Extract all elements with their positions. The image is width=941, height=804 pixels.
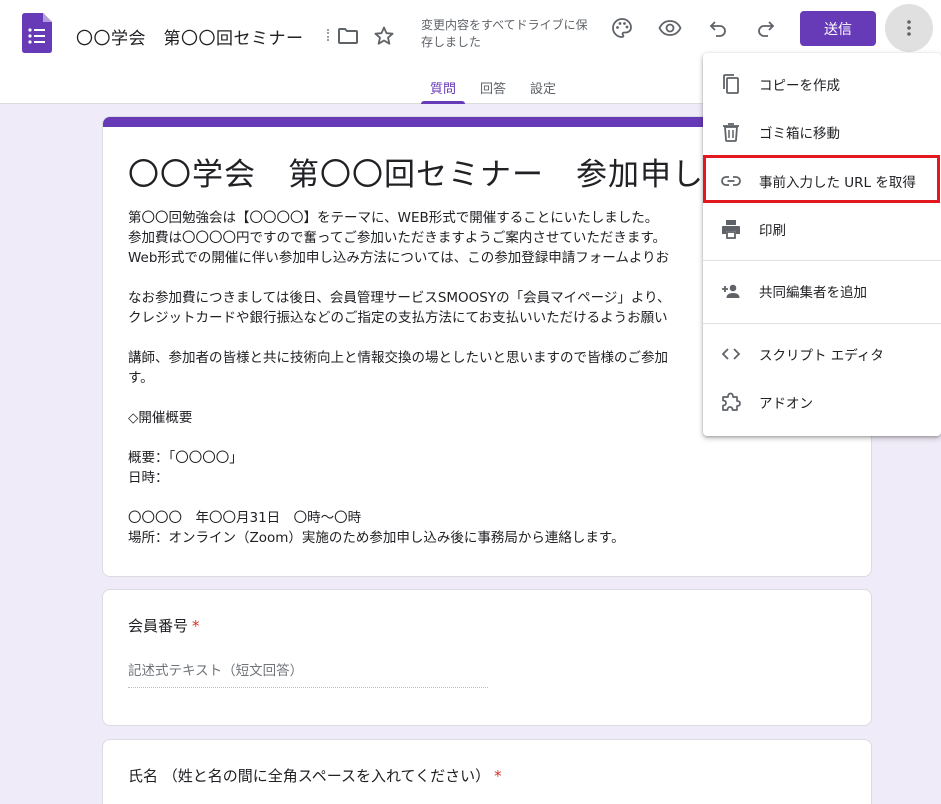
menu-item-add-ons[interactable]: アドオン	[703, 378, 941, 426]
menu-item-label: 印刷	[759, 223, 786, 239]
send-button[interactable]: 送信	[800, 11, 876, 46]
preview-eye-icon[interactable]	[658, 16, 682, 40]
question-title-text: 氏名 （姓と名の間に全角スペースを入れてください）	[128, 767, 491, 785]
star-icon[interactable]	[372, 24, 396, 48]
red-highlight-annotation	[703, 155, 940, 203]
menu-item-label: 共同編集者を追加	[759, 285, 867, 301]
tab-questions[interactable]: 質問	[418, 72, 468, 104]
menu-item-label: スクリプト エディタ	[759, 348, 884, 364]
menu-item-script-editor[interactable]: スクリプト エディタ	[703, 330, 941, 378]
code-icon	[719, 342, 743, 366]
puzzle-icon	[719, 390, 743, 414]
editor-tabs: 質問 回答 設定	[418, 72, 568, 104]
question-card-name[interactable]: 氏名 （姓と名の間に全角スペースを入れてください） *	[102, 739, 872, 804]
question-title-text: 会員番号	[128, 617, 189, 635]
form-title[interactable]: 〇〇学会 第〇〇回セミナー 参加申し	[128, 149, 704, 194]
question-title: 会員番号 *	[128, 615, 200, 636]
tab-settings[interactable]: 設定	[518, 72, 568, 104]
more-vert-icon	[907, 20, 911, 36]
menu-item-move-to-trash[interactable]: ゴミ箱に移動	[703, 108, 941, 156]
question-card-member-number[interactable]: 会員番号 * 記述式テキスト（短文回答）	[102, 589, 872, 726]
print-icon	[719, 217, 743, 241]
save-status: 変更内容をすべてドライブに保存しました	[421, 18, 588, 49]
forms-logo-icon[interactable]	[22, 13, 52, 53]
add-person-icon	[719, 279, 743, 303]
trash-icon	[719, 120, 743, 144]
menu-item-add-collaborators[interactable]: 共同編集者を追加	[703, 267, 941, 315]
form-description[interactable]: 第〇〇回勉強会は【〇〇〇〇】をテーマに、WEB形式で開催することにいたしました。…	[128, 208, 671, 548]
more-options-button[interactable]	[885, 4, 933, 52]
menu-divider	[703, 260, 941, 261]
required-mark: *	[494, 767, 502, 785]
more-options-menu: コピーを作成 ゴミ箱に移動 事前入力した URL を取得 印刷 共同編集者を追加…	[703, 53, 941, 436]
menu-item-label: ゴミ箱に移動	[759, 126, 840, 142]
redo-icon[interactable]	[754, 16, 778, 40]
undo-icon[interactable]	[706, 16, 730, 40]
palette-icon[interactable]	[610, 16, 634, 40]
menu-item-print[interactable]: 印刷	[703, 205, 941, 253]
folder-icon[interactable]	[336, 24, 360, 48]
question-title: 氏名 （姓と名の間に全角スペースを入れてください） *	[128, 765, 502, 786]
menu-item-make-copy[interactable]: コピーを作成	[703, 60, 941, 108]
menu-item-label: アドオン	[759, 396, 813, 412]
copy-icon	[719, 72, 743, 96]
menu-item-label: コピーを作成	[759, 78, 840, 94]
tab-responses[interactable]: 回答	[468, 72, 518, 104]
menu-divider	[703, 323, 941, 324]
required-mark: *	[192, 617, 200, 635]
document-title[interactable]: 〇〇学会 第〇〇回セミナー	[76, 24, 304, 49]
short-answer-placeholder: 記述式テキスト（短文回答）	[128, 659, 488, 688]
title-overflow-divider	[327, 29, 330, 41]
